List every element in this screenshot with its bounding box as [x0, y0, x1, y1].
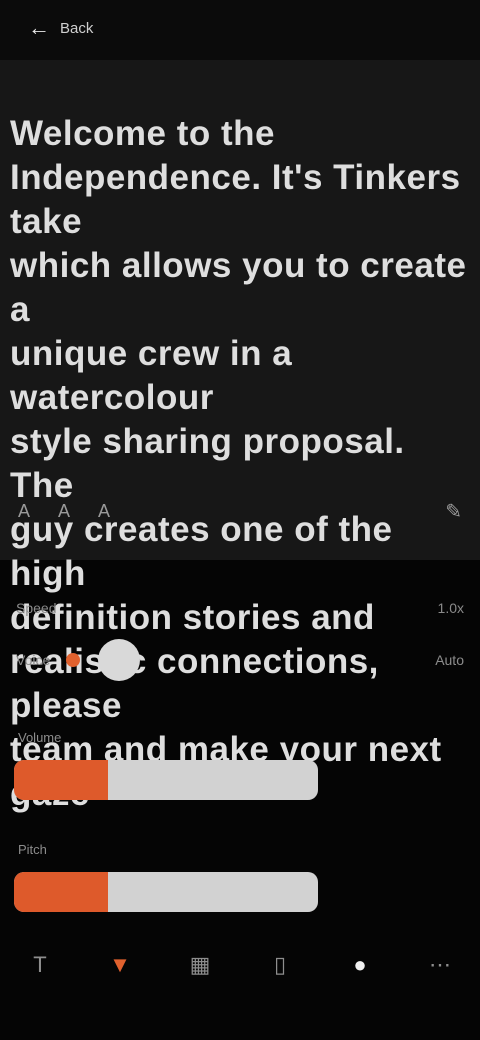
- volume-label: Volume: [18, 730, 62, 745]
- speed-label: Speed: [16, 600, 57, 616]
- voice-label: Voice: [16, 652, 51, 668]
- more-icon[interactable]: ⋯: [416, 952, 464, 978]
- voice-value[interactable]: Auto: [435, 652, 464, 668]
- voice-indicator: [66, 653, 81, 667]
- bottom-nav: T ▼ ▦ ▯ ● ⋯: [0, 935, 480, 995]
- volume-slider[interactable]: [14, 760, 318, 800]
- marker-icon[interactable]: ▼: [96, 952, 144, 978]
- text-icon[interactable]: T: [16, 952, 64, 978]
- back-label: Back: [60, 19, 94, 37]
- text-controls: A A A ✎: [18, 490, 462, 532]
- arrow-left-icon: ←: [28, 15, 50, 40]
- story-text[interactable]: Welcome to the Independence. It's Tinker…: [10, 112, 470, 816]
- play-icon[interactable]: ●: [336, 952, 384, 978]
- voice-row: Voice Auto: [16, 639, 464, 681]
- font-smaller-button[interactable]: A: [18, 501, 30, 522]
- grid-icon[interactable]: ▦: [176, 952, 224, 978]
- pitch-slider-fill: [14, 872, 109, 912]
- volume-slider-fill: [14, 760, 109, 800]
- speed-value[interactable]: 1.0x: [438, 600, 464, 616]
- top-bar: ← Back: [0, 0, 480, 60]
- back-button[interactable]: ← Back: [28, 10, 128, 46]
- speed-row: Speed 1.0x: [16, 600, 464, 616]
- pitch-slider[interactable]: [14, 872, 318, 912]
- edit-icon[interactable]: ✎: [445, 499, 462, 524]
- text-panel: Welcome to the Independence. It's Tinker…: [0, 60, 480, 813]
- font-larger-button[interactable]: A: [98, 501, 110, 522]
- pitch-label: Pitch: [18, 842, 47, 857]
- bookmark-icon[interactable]: ▯: [256, 952, 304, 978]
- voice-toggle[interactable]: [98, 639, 141, 681]
- font-default-button[interactable]: A: [58, 501, 70, 522]
